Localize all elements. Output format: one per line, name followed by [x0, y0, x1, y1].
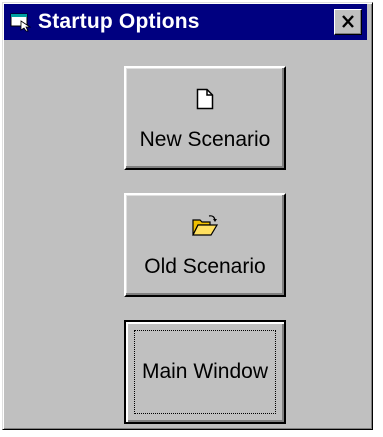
focus-rectangle: Main Window	[134, 330, 276, 414]
new-scenario-button[interactable]: New Scenario	[124, 66, 286, 170]
new-document-icon	[196, 84, 214, 114]
old-scenario-label: Old Scenario	[144, 255, 266, 278]
close-icon	[341, 12, 355, 32]
new-scenario-label: New Scenario	[139, 128, 271, 151]
window-title: Startup Options	[38, 10, 200, 33]
open-folder-icon	[192, 211, 218, 241]
old-scenario-button[interactable]: Old Scenario	[124, 193, 286, 297]
close-button[interactable]	[334, 9, 362, 35]
main-window-button[interactable]: Main Window	[124, 320, 286, 424]
app-window-icon	[10, 11, 32, 33]
title-bar[interactable]: Startup Options	[4, 4, 367, 40]
main-window-label: Main Window	[141, 360, 269, 383]
